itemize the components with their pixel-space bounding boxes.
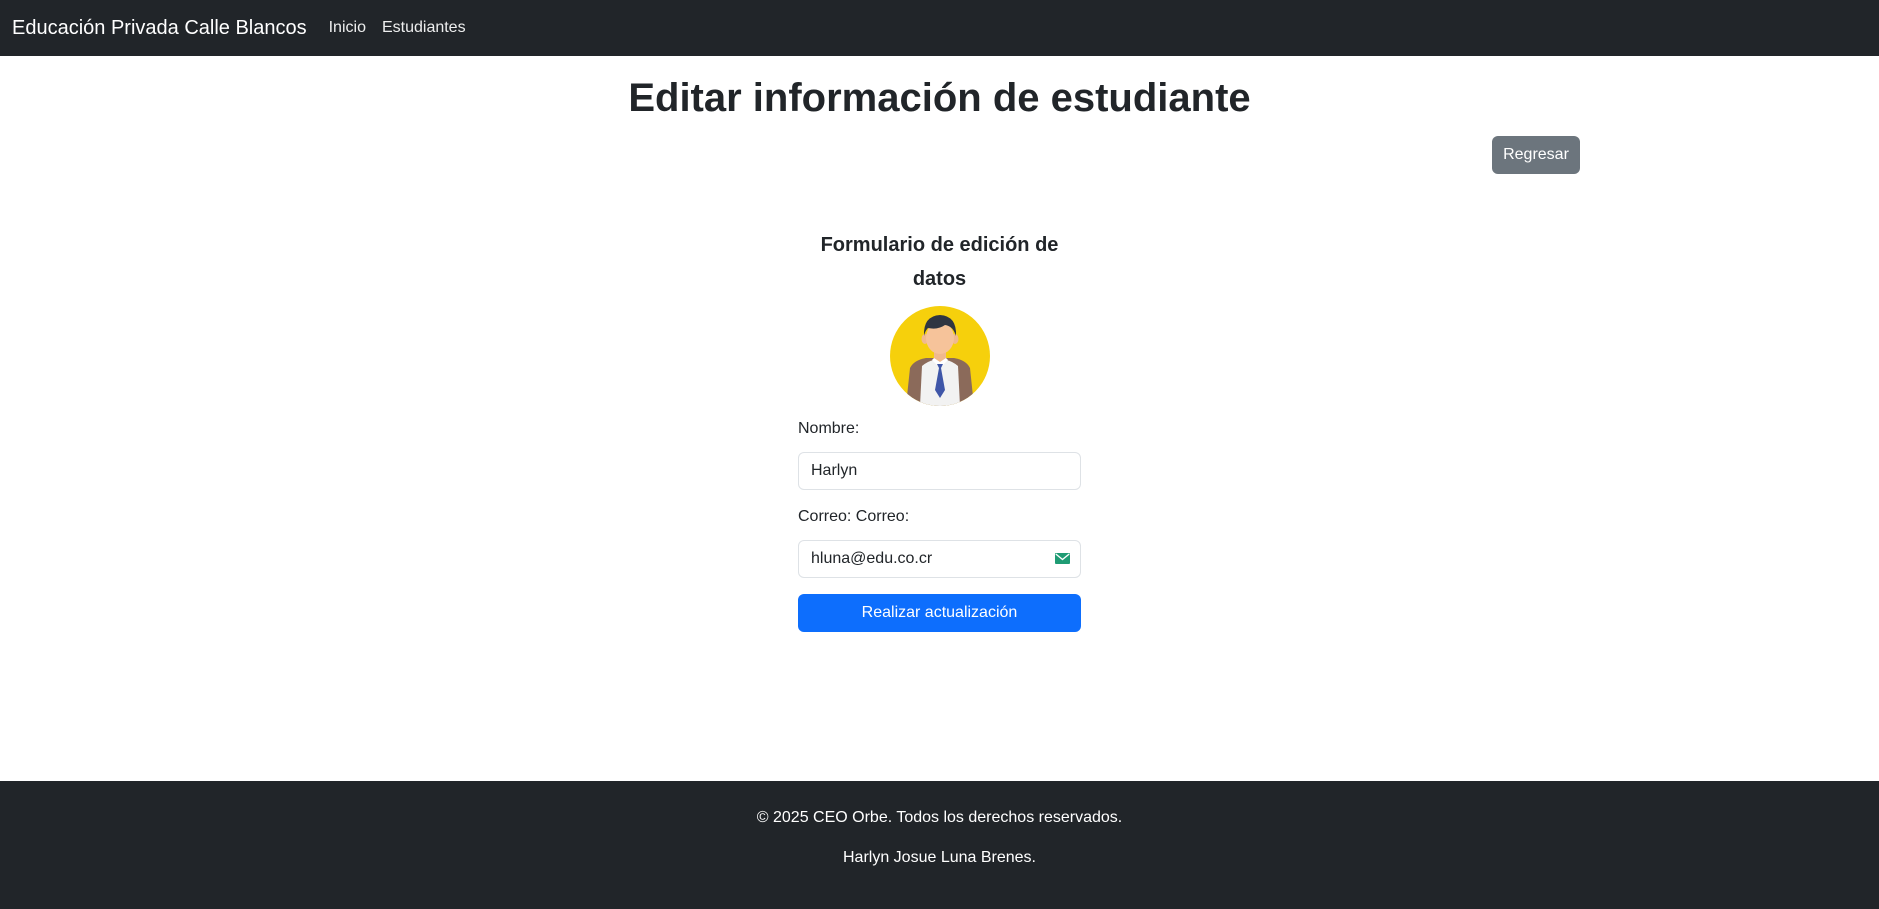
- submit-update-button[interactable]: Realizar actualización: [798, 594, 1081, 632]
- mail-icon: [1055, 553, 1070, 564]
- navbar-brand[interactable]: Educación Privada Calle Blancos: [12, 17, 307, 40]
- nav-link-inicio[interactable]: Inicio: [329, 19, 366, 37]
- email-label: Correo: Correo:: [798, 508, 910, 525]
- footer-copyright: © 2025 CEO Orbe. Todos los derechos rese…: [756, 809, 1123, 826]
- student-avatar-icon: [889, 306, 990, 406]
- name-input[interactable]: [798, 452, 1081, 490]
- footer: © 2025 CEO Orbe. Todos los derechos rese…: [0, 781, 1879, 909]
- back-button[interactable]: Regresar: [1492, 136, 1580, 174]
- edit-form: Formulario de edición de datos Nombre: H…: [798, 228, 1081, 632]
- footer-author: Harlyn Josue Luna Brenes.: [843, 849, 1036, 866]
- navbar: Educación Privada Calle Blancos Inicio E…: [0, 0, 1879, 56]
- email-field-wrap: [798, 540, 1081, 578]
- email-input[interactable]: [798, 540, 1081, 578]
- name-field-wrap: [798, 452, 1081, 490]
- form-title: Formulario de edición de datos: [820, 234, 1059, 290]
- name-label: Nombre:: [798, 420, 860, 437]
- nav-link-estudiantes[interactable]: Estudiantes: [382, 19, 466, 37]
- page-title: Editar información de estudiante: [628, 76, 1251, 120]
